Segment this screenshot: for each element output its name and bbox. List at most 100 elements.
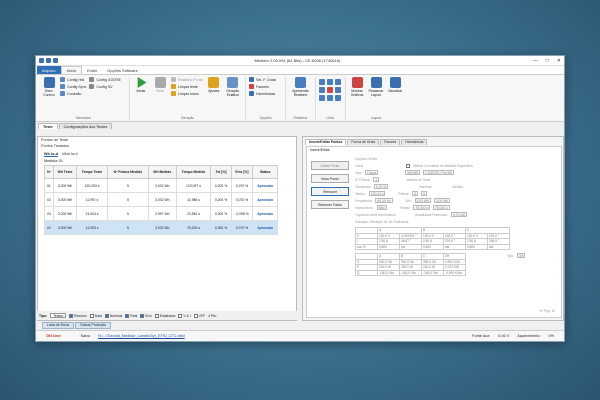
remover-todos-button[interactable]: Remover Todos: [311, 200, 349, 209]
tab-forma-onda[interactable]: Forma de Onda: [347, 139, 380, 145]
ajustes-button[interactable]: Ajustes: [206, 77, 222, 93]
checkbox[interactable]: [104, 313, 109, 318]
menu-arquivo[interactable]: Arquivo: [37, 66, 61, 74]
close-button[interactable]: ✕: [557, 58, 561, 64]
parar-button[interactable]: Parar: [152, 77, 168, 93]
table-cell[interactable]: 0,800: [421, 243, 444, 250]
column-header[interactable]: Wh Medido: [148, 165, 177, 179]
visualizar-button[interactable]: Visualizar: [387, 77, 403, 93]
column-header[interactable]: Wh Teste: [52, 165, 78, 179]
undo-icon[interactable]: [53, 58, 58, 63]
unit-icon[interactable]: [327, 79, 333, 85]
table-cell[interactable]: -180,0 VAr: [399, 269, 422, 276]
column-header[interactable]: Status: [252, 165, 278, 179]
sel-f-onda-button[interactable]: Sel. F. Onda: [249, 77, 282, 82]
table-row[interactable]: 01 3,000 Wh 120,003 s 5 3,002 Wh 120,097 s 0,2…: [44, 178, 278, 193]
unit-icon[interactable]: [327, 95, 333, 101]
minimize-button[interactable]: —: [533, 58, 538, 64]
config-sync-button[interactable]: Config Sync: [60, 84, 86, 89]
filter-checkbox-item[interactable]: Nominal: [104, 313, 122, 318]
constant-input[interactable]: 1,000000 / Pol Wh: [423, 170, 455, 175]
phase-type-select[interactable]: 3Φ: [516, 253, 526, 258]
open-icon[interactable]: [46, 58, 51, 63]
limpar-teste-button[interactable]: Limpar teste: [171, 84, 203, 89]
unit-icon[interactable]: [335, 79, 341, 85]
unit-icon[interactable]: [319, 79, 325, 85]
column-header[interactable]: Tempo Teste: [76, 165, 108, 179]
editar-ponto-button[interactable]: Editar Ponto: [311, 161, 349, 170]
unit-icon[interactable]: [335, 95, 341, 101]
direc-conexo-button[interactable]: Direc. Conexo: [41, 77, 57, 97]
tab-wh[interactable]: Wh lo-d: [44, 152, 58, 157]
restaurar-layout-button[interactable]: Restaurar Layout: [368, 77, 384, 97]
relatorio-ponto-button[interactable]: Relatório Ponto: [171, 77, 203, 82]
column-header[interactable]: Nº Pulsos Medido: [106, 165, 150, 179]
tab-lista-erros[interactable]: Lista de Erros: [42, 322, 75, 329]
column-header[interactable]: Tol [%]: [210, 165, 232, 179]
save-icon[interactable]: [39, 58, 44, 63]
remover-button[interactable]: Remover: [311, 187, 349, 196]
filter-checkbox-item[interactable]: Estatística: [154, 313, 175, 318]
unit-icon[interactable]: [319, 87, 325, 93]
novo-ponto-button[interactable]: Novo Ponto: [311, 174, 349, 183]
column-header[interactable]: Erro [%]: [230, 165, 254, 179]
checkbox[interactable]: [69, 313, 74, 318]
tipo-form-input[interactable]: Carga: [365, 170, 379, 175]
apresentar-relatorio-button[interactable]: Apresentar Relatório: [289, 77, 312, 97]
tab-varh[interactable]: VArh lo-d: [62, 152, 78, 157]
file-path-link[interactable]: N:\...\Tutorial_Medidor_Landis\Gyr_ETSI_…: [98, 334, 185, 338]
fasores-button[interactable]: Fasores: [249, 84, 282, 89]
config-sv-button[interactable]: Config SV: [89, 84, 121, 89]
table-cell[interactable]: -180,0 VAr: [421, 269, 444, 276]
table-cell[interactable]: 0,800: [377, 243, 400, 250]
table-row[interactable]: 04 3,000 Wh 14,993 s 5 3,002 Wh 75,003 s 0,300…: [44, 220, 278, 235]
checkbox[interactable]: [89, 313, 94, 318]
tab-status-protecao[interactable]: Status Proteção: [75, 322, 111, 329]
config-goose-button[interactable]: Config GOOSE: [89, 77, 121, 82]
iniciar-button[interactable]: Iniciar: [133, 77, 149, 93]
filter-checkbox-item[interactable]: Real: [125, 313, 137, 318]
tab-teste[interactable]: Teste: [38, 123, 58, 129]
filter-checkbox-item[interactable]: Data: [89, 313, 102, 318]
filter-checkbox-item[interactable]: Resumo: [69, 313, 87, 318]
tab-harmonicas[interactable]: Harmônicas: [401, 139, 428, 145]
table-row[interactable]: 03 3,000 Wh 24,004 s 5 2,997 Wh 23,981 s 0,300…: [44, 206, 278, 221]
checkbox[interactable]: [125, 313, 130, 318]
menu-inicio[interactable]: Início: [60, 66, 83, 74]
utilizar-constante-checkbox[interactable]: [406, 163, 411, 168]
unit-icon[interactable]: [335, 87, 341, 93]
geracao-estatica-button[interactable]: Geração Estática: [225, 77, 241, 97]
wh-select[interactable]: Wh/Wh: [405, 170, 421, 175]
menu-exibir[interactable]: Exibir: [82, 66, 102, 74]
checkbox[interactable]: [140, 313, 145, 318]
checkbox[interactable]: [178, 313, 183, 318]
harmonicas-button[interactable]: Harmônicas: [249, 91, 282, 96]
table-cell[interactable]: ind: [399, 243, 422, 250]
column-header[interactable]: Tempo Medido: [175, 165, 212, 179]
harm-input[interactable]: Não: [376, 205, 387, 210]
tipo-select[interactable]: Testes: [50, 313, 67, 318]
tempo-input[interactable]: 120,04 s: [368, 191, 386, 196]
column-header[interactable]: Nº: [44, 165, 54, 179]
table-cell[interactable]: ind: [443, 243, 466, 250]
conexao-button[interactable]: Conexão: [60, 91, 86, 96]
limpar-todos-button[interactable]: Limpar todos: [171, 91, 203, 96]
unit-icon[interactable]: [327, 87, 333, 93]
filter-checkbox-item[interactable]: V & I: [178, 313, 191, 318]
mostrar-graficos-button[interactable]: Mostrar Gráficos: [349, 77, 365, 97]
npulsos-input[interactable]: 1: [373, 177, 380, 182]
table-cell[interactable]: -180,0 VAr: [377, 269, 400, 276]
filter-checkbox-item[interactable]: VFF: [193, 313, 205, 318]
menu-opcoes-software[interactable]: Opções Software: [102, 66, 143, 74]
config-hrd-button[interactable]: Config Hrd: [60, 77, 86, 82]
checkbox[interactable]: [154, 313, 159, 318]
unit-icon[interactable]: [319, 95, 325, 101]
tab-configuracoes[interactable]: Configurações dos Testes: [58, 123, 113, 129]
table-row[interactable]: 02 3,000 Wh 11,997 s 5 3,002 Wh 11,986 s 0,200…: [44, 192, 278, 207]
tab-fasores[interactable]: Fasores: [380, 139, 401, 145]
filter-checkbox-item[interactable]: Erro: [140, 313, 152, 318]
table-cell[interactable]: -0,540 KVAr: [443, 269, 466, 276]
maximize-button[interactable]: □: [546, 58, 549, 64]
checkbox[interactable]: [193, 313, 198, 318]
table-cell[interactable]: 0,800: [465, 243, 488, 250]
